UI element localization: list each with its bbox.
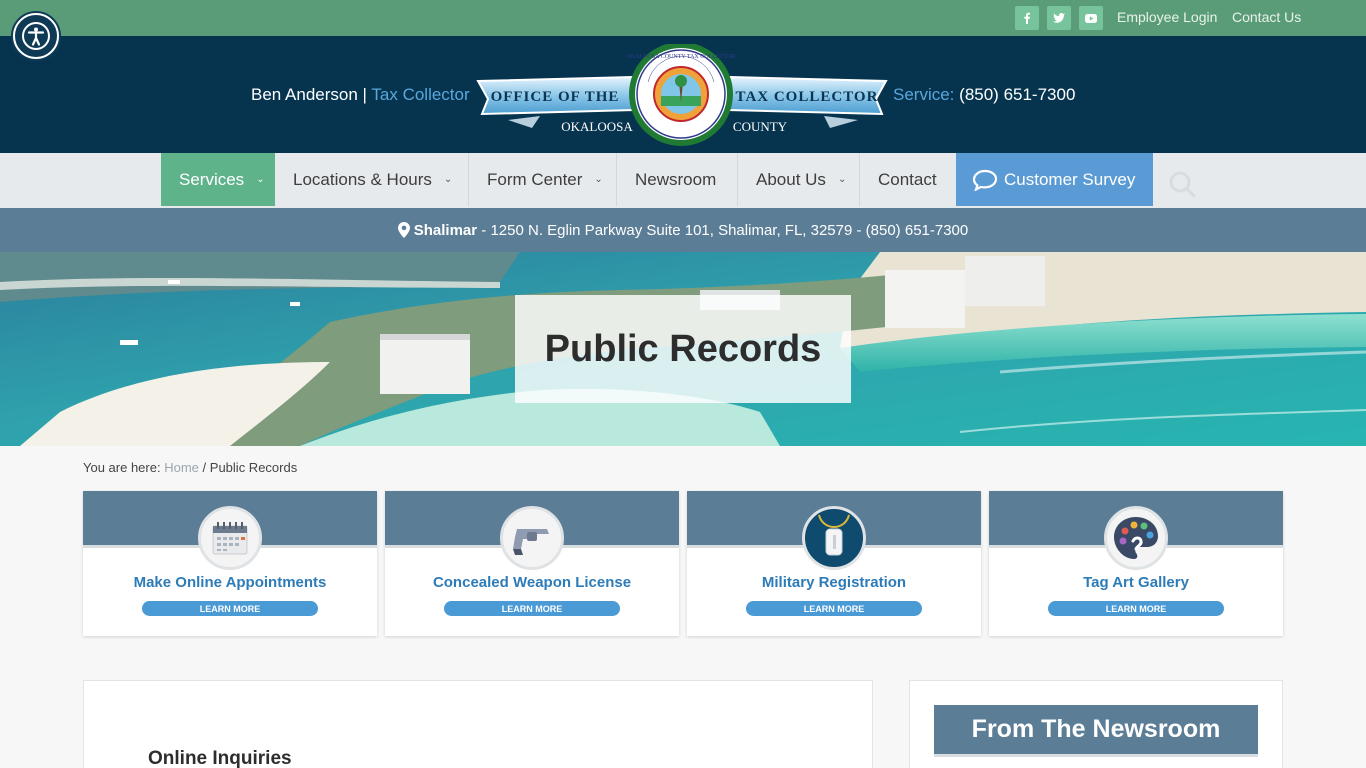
nav-contact-label: Contact [878,169,937,189]
customer-survey-button[interactable]: Customer Survey [956,153,1153,206]
map-pin-icon [397,222,410,238]
newsroom-heading-box: From The Newsroom [934,705,1258,757]
card-title[interactable]: Military Registration [687,574,981,591]
official-role: Tax Collector [371,85,470,104]
card-title[interactable]: Tag Art Gallery [989,574,1283,591]
contact-us-link[interactable]: Contact Us [1232,9,1301,25]
breadcrumb: You are here: Home / Public Records [83,460,297,475]
service-phone-number[interactable]: (850) 651-7300 [959,85,1075,104]
top-utility-bar: Employee Login Contact Us [0,0,1366,36]
youtube-icon[interactable] [1079,6,1103,30]
chevron-down-icon: ⌄ [256,174,265,185]
main-nav: Services ⌄ Locations & Hours ⌄ Form Cent… [0,153,1366,208]
logo-okaloosa: OKALOOSA [561,119,633,134]
chevron-down-icon: ⌄ [837,174,847,185]
location-details: - 1250 N. Eglin Parkway Suite 101, Shali… [481,221,969,239]
card-tag-art-gallery[interactable]: Tag Art Gallery LEARN MORE [989,491,1283,636]
official-name: Ben Anderson | Tax Collector [251,85,470,105]
logo-tax-collector: TAX COLLECTOR [736,89,879,105]
name-separator: | [362,85,367,104]
card-title[interactable]: Concealed Weapon License [385,574,679,591]
logo-office-of-the: OFFICE OF THE [491,89,620,105]
twitter-icon[interactable] [1047,6,1071,30]
nav-contact[interactable]: Contact [860,153,956,206]
learn-more-button[interactable]: LEARN MORE [1048,601,1224,616]
learn-more-button[interactable]: LEARN MORE [142,601,318,616]
calendar-icon [198,506,262,570]
hero-banner: Public Records [0,252,1366,446]
card-military-registration[interactable]: Military Registration LEARN MORE [687,491,981,636]
tax-collector-logo[interactable]: OKALOOSA COUNTY TAX COLLECTOR OFFICE OF … [474,44,890,148]
accessibility-button[interactable] [13,13,59,59]
main-content-panel: Online Inquiries [83,680,873,768]
palette-icon [1104,506,1168,570]
nav-newsroom-label: Newsroom [635,169,717,189]
official-name-text: Ben Anderson [251,85,358,104]
sidebar-panel: From The Newsroom [909,680,1283,768]
revolver-icon [500,506,564,570]
breadcrumb-home-link[interactable]: Home [164,460,199,475]
nav-locations-hours[interactable]: Locations & Hours ⌄ [275,153,469,206]
learn-more-button[interactable]: LEARN MORE [746,601,922,616]
breadcrumb-separator: / [202,460,207,475]
facebook-icon[interactable] [1015,6,1039,30]
location-bar: Shalimar - 1250 N. Eglin Parkway Suite 1… [0,208,1366,252]
breadcrumb-prefix: You are here: [83,460,161,475]
card-title[interactable]: Make Online Appointments [83,574,377,591]
nav-locations-label: Locations & Hours [293,169,432,189]
hero-title-box: Public Records [515,295,851,403]
page-title: Public Records [544,327,822,370]
chevron-down-icon: ⌄ [443,174,453,185]
learn-more-button[interactable]: LEARN MORE [444,601,620,616]
nav-form-center-label: Form Center [487,169,583,189]
logo-county: COUNTY [733,119,788,134]
nav-services[interactable]: Services ⌄ [161,153,275,206]
nav-about-label: About Us [756,169,826,189]
accessibility-icon [22,22,50,50]
service-label: Service: [893,85,955,104]
dog-tag-icon [802,506,866,570]
service-phone: Service: (850) 651-7300 [893,85,1075,105]
online-inquiries-heading: Online Inquiries [148,748,292,768]
breadcrumb-current: Public Records [209,460,298,475]
nav-about-us[interactable]: About Us ⌄ [738,153,860,206]
search-icon[interactable] [1168,170,1196,198]
nav-services-label: Services [179,169,245,189]
nav-newsroom[interactable]: Newsroom [617,153,738,206]
from-the-newsroom-heading: From The Newsroom [971,715,1221,743]
chevron-down-icon: ⌄ [594,174,603,185]
speech-bubble-icon [972,169,998,191]
location-name: Shalimar [413,221,478,239]
employee-login-link[interactable]: Employee Login [1117,9,1217,25]
card-online-appointments[interactable]: Make Online Appointments LEARN MORE [83,491,377,636]
nav-form-center[interactable]: Form Center ⌄ [469,153,617,206]
site-header: Ben Anderson | Tax Collector OKALOOSA CO… [0,36,1366,153]
card-concealed-weapon[interactable]: Concealed Weapon License LEARN MORE [385,491,679,636]
customer-survey-label: Customer Survey [1004,169,1136,189]
seal-text: OKALOOSA COUNTY TAX COLLECTOR [627,54,736,60]
